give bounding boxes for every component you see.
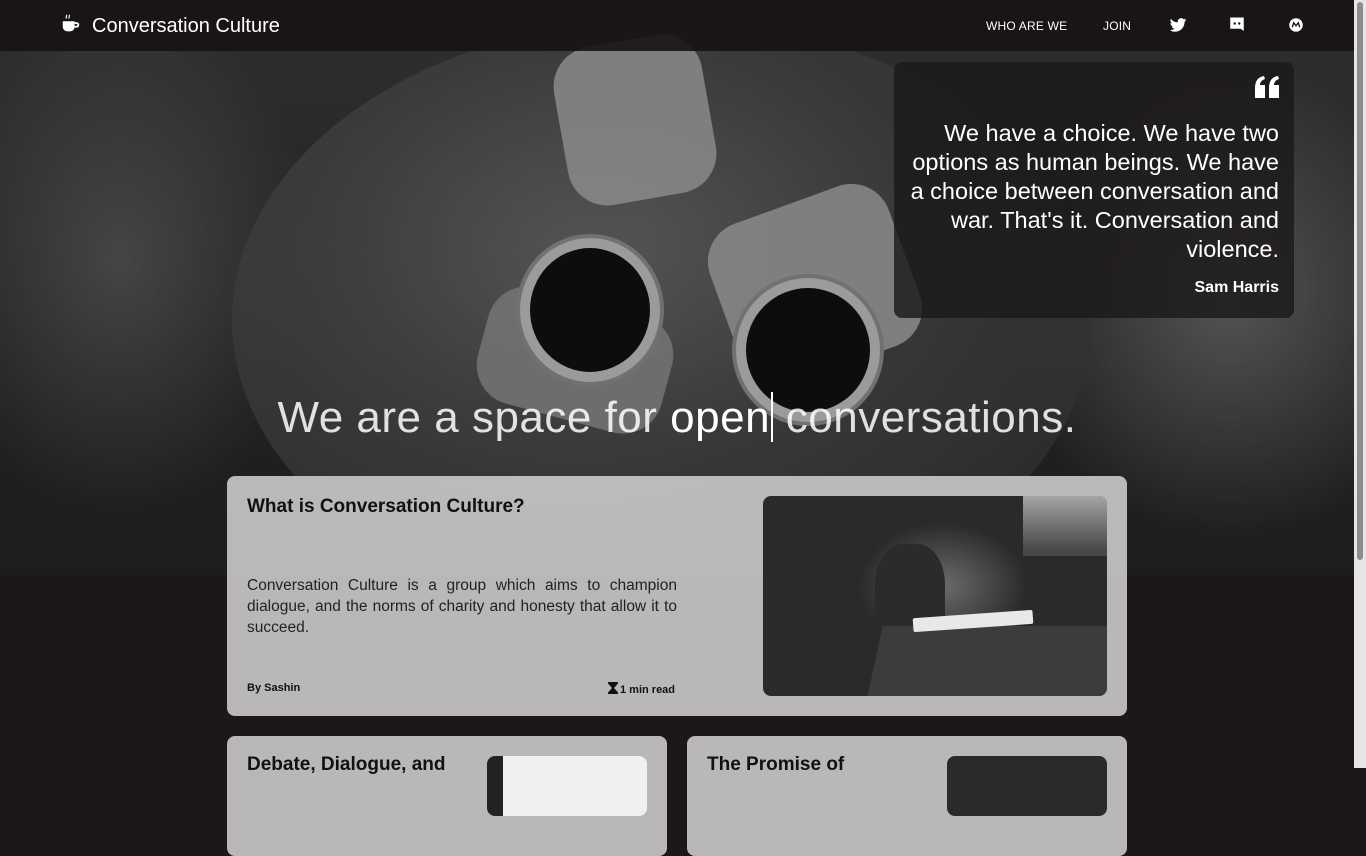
article-image[interactable] [487,756,647,816]
read-time: 1 min read [608,682,675,697]
top-navbar: Conversation Culture WHO ARE WE JOIN [0,0,1354,51]
article-title[interactable]: What is Conversation Culture? [247,496,525,518]
read-time-label: 1 min read [620,683,676,696]
nav-link-join[interactable]: JOIN [1103,19,1131,33]
brand-title: Conversation Culture [92,15,280,37]
twitter-icon[interactable] [1169,16,1187,34]
quote-icon [1255,76,1279,98]
tagline-suffix: conversations. [773,393,1077,442]
article-title[interactable]: Debate, Dialogue, and [247,754,445,776]
quote-text: We have a choice. We have two options as… [910,120,1279,262]
meetup-icon[interactable] [1287,16,1305,34]
quote-box: We have a choice. We have two options as… [894,62,1294,318]
discord-icon[interactable] [1228,16,1246,34]
tagline-prefix: We are a space for [277,393,671,442]
article-card-main[interactable]: What is Conversation Culture? Conversati… [227,476,1127,716]
tagline-highlight: open [670,393,771,442]
article-image[interactable] [947,756,1107,816]
article-image[interactable] [763,496,1107,696]
quote-author: Sam Harris [1194,279,1280,296]
article-card-second[interactable]: Debate, Dialogue, and [227,736,667,856]
article-author: By Sashin [247,682,301,694]
nav-link-who-are-we[interactable]: WHO ARE WE [986,19,1067,33]
article-description: Conversation Culture is a group which ai… [247,577,677,636]
hourglass-icon [608,682,618,697]
coffee-cup-icon [60,13,82,40]
article-title[interactable]: The Promise of [707,754,844,776]
hero-tagline: We are a space for open conversations. [0,392,1354,443]
brand-link[interactable]: Conversation Culture [60,13,280,40]
article-card-third[interactable]: The Promise of [687,736,1127,856]
page-scrollbar[interactable] [1354,0,1366,768]
scrollbar-thumb[interactable] [1357,2,1363,560]
